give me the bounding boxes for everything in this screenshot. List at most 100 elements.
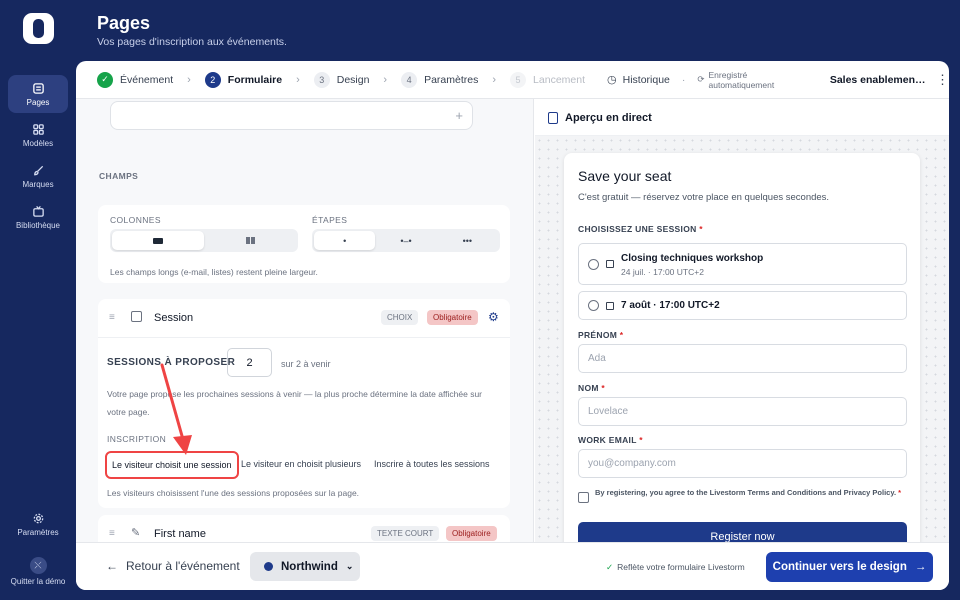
required-mark: * (639, 435, 643, 445)
add-field-input[interactable]: + (110, 101, 473, 130)
firstname-field-card[interactable]: ≡ ✎ First name TEXTE COURT Obligatoire (98, 515, 510, 542)
back-button[interactable]: ← Retour à l'événement (106, 559, 240, 573)
plus-icon: + (455, 108, 463, 123)
option-all-sessions[interactable]: Inscrire à toutes les sessions (374, 459, 490, 469)
radio-button[interactable] (588, 259, 599, 270)
step-number: 5 (510, 71, 527, 88)
step-number: 4 (401, 71, 418, 88)
sync-icon: ⟳ (697, 74, 705, 84)
history-button[interactable]: ◷ Historique (607, 73, 670, 87)
two-column-icon (245, 237, 250, 244)
session-label-text: CHOISISSEZ UNE SESSION (578, 224, 697, 234)
option-multiple-sessions[interactable]: Le visiteur en choisit plusieurs (241, 459, 361, 469)
brand-select[interactable]: Northwind ⌄ (250, 552, 360, 581)
required-badge[interactable]: Obligatoire (446, 526, 497, 541)
stepper: ✓ Événement › 2 Formulaire › 3 Design › … (76, 61, 949, 99)
field-name: Session (154, 312, 194, 324)
step-label: Lancement (533, 73, 585, 86)
brand-color-dot (264, 562, 273, 571)
session-option-2[interactable]: 7 août · 17:00 UTC+2 (578, 291, 907, 320)
calendar-icon (606, 260, 614, 268)
tv-icon (32, 205, 44, 217)
step-launch: 5 Lancement (510, 71, 585, 88)
back-label: Retour à l'événement (126, 559, 240, 573)
sidebar-item-models[interactable]: Modèles (8, 116, 68, 154)
drag-handle-icon[interactable]: ≡ (109, 528, 115, 539)
form-subtitle: C'est gratuit — réservez votre place en … (578, 192, 830, 203)
quit-demo-button[interactable]: ⤬ Quitter la démo (6, 551, 70, 591)
lastname-input[interactable]: Lovelace (578, 397, 907, 426)
required-mark: * (699, 224, 703, 234)
step-number: 3 (313, 71, 330, 88)
required-mark: * (601, 383, 606, 393)
settings-icon[interactable]: ⚙ (488, 310, 499, 324)
sidebar-item-settings[interactable]: Paramètres (8, 505, 68, 543)
step-label: Paramètres (424, 73, 479, 86)
app-logo[interactable] (23, 13, 54, 44)
arrow-left-icon: ← (106, 559, 118, 573)
step-design[interactable]: 3 Design (313, 71, 369, 88)
preview-header: Aperçu en direct (535, 99, 949, 136)
email-label-text: WORK EMAIL (578, 435, 637, 445)
multi-steps-option[interactable]: ••• (437, 231, 498, 250)
form-title: Save your seat (578, 168, 672, 184)
required-mark: * (898, 488, 902, 497)
sidebar-item-label: Pages (26, 97, 50, 107)
check-icon: ✓ (97, 71, 113, 88)
required-mark: * (619, 330, 624, 340)
email-label: WORK EMAIL * (578, 435, 643, 445)
registration-form: Save your seat C'est gratuit — réservez … (564, 153, 920, 542)
firstname-label: PRÉNOM * (578, 330, 623, 340)
layout-card: COLONNES ÉTAPES • •–• ••• Les champs lon… (98, 205, 510, 283)
chevron-down-icon: ⌄ (345, 561, 354, 571)
sidebar-item-pages[interactable]: Pages (8, 75, 68, 113)
continue-label: Continuer vers le design (772, 561, 907, 573)
session-option-1[interactable]: Closing techniques workshop 24 juil. · 1… (578, 243, 907, 285)
pages-icon (32, 82, 44, 94)
drag-handle-icon[interactable]: ≡ (109, 312, 115, 323)
single-step-option[interactable]: • (314, 231, 376, 250)
sidebar-item-brands[interactable]: Marques (8, 157, 68, 195)
options-help-text: Les visiteurs choisissent l'une des sess… (107, 488, 360, 498)
more-icon[interactable]: ⋮ (936, 72, 949, 88)
sidebar-item-label: Bibliothèque (15, 220, 61, 230)
columns-label: COLONNES (110, 215, 161, 225)
annotation-arrow (160, 363, 192, 455)
required-badge[interactable]: Obligatoire (427, 310, 478, 325)
consent-checkbox[interactable] (578, 492, 589, 503)
steps-toggle: • •–• ••• (312, 229, 500, 252)
columns-toggle (110, 229, 298, 252)
exit-icon: ⤬ (29, 556, 47, 574)
separator-dot: · (681, 73, 686, 86)
email-input[interactable]: you@company.com (578, 449, 907, 478)
session-date: 24 juil. · 17:00 UTC+2 (621, 267, 704, 277)
form-editor: + CHAMPS COLONNES ÉTAPES • •–• ••• Les c… (76, 99, 534, 542)
gear-icon (33, 513, 43, 523)
step-form[interactable]: 2 Formulaire (204, 71, 282, 88)
session-field-header[interactable]: ≡ Session CHOIX Obligatoire ⚙ (98, 299, 510, 338)
continue-button[interactable]: Continuer vers le design → (766, 552, 933, 582)
firstname-input[interactable]: Ada (578, 344, 907, 373)
calendar-icon (606, 302, 614, 310)
register-button[interactable]: Register now (578, 522, 907, 542)
sessions-count-input[interactable]: 2 (227, 348, 272, 377)
two-steps-option[interactable]: •–• (375, 231, 436, 250)
step-event[interactable]: ✓ Événement (97, 71, 173, 88)
sidebar-item-label: Modèles (22, 138, 54, 148)
steps-label: ÉTAPES (312, 215, 348, 225)
session-title: Closing techniques workshop (621, 253, 764, 264)
sidebar-item-label: Paramètres (17, 527, 59, 537)
lastname-label: NOM * (578, 383, 605, 393)
history-label: Historique (622, 73, 670, 86)
sidebar-item-label: Marques (22, 179, 54, 189)
preview-title: Aperçu en direct (565, 112, 652, 124)
one-column-option[interactable] (112, 231, 204, 250)
sidebar-item-library[interactable]: Bibliothèque (8, 198, 68, 236)
radio-button[interactable] (588, 300, 599, 311)
step-settings[interactable]: 4 Paramètres (401, 71, 479, 88)
two-column-option[interactable] (204, 231, 296, 250)
main-panel: ✓ Événement › 2 Formulaire › 3 Design › … (76, 61, 949, 590)
register-label: Register now (710, 531, 775, 542)
brush-icon (33, 165, 43, 175)
consent-text-body: By registering, you agree to the Livesto… (595, 488, 897, 497)
